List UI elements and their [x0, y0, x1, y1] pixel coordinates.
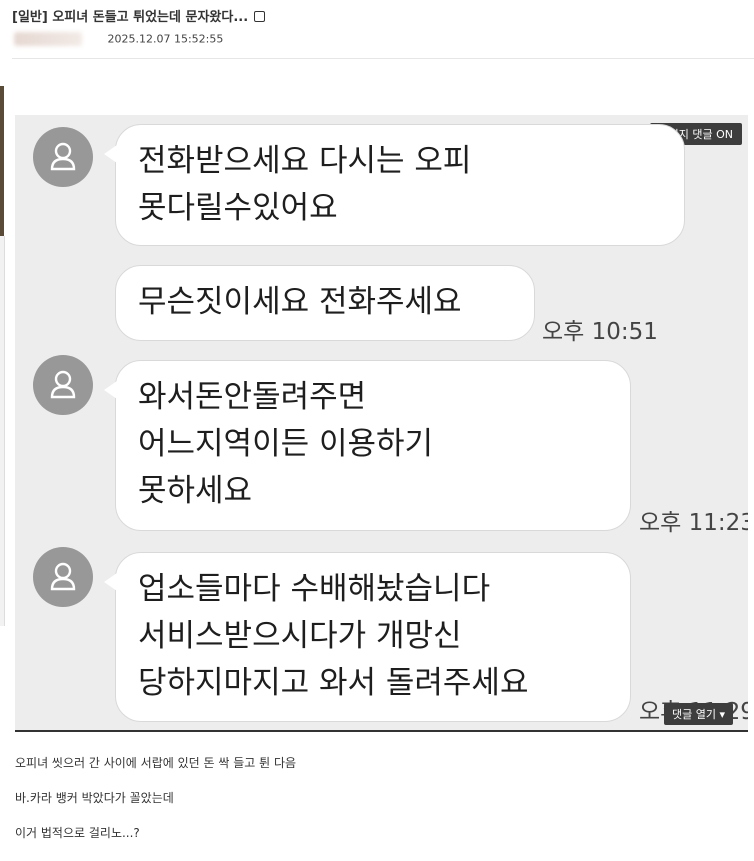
bookmark-icon[interactable]: [254, 11, 266, 22]
image-bottom-border: [15, 730, 748, 732]
body-line: 오피녀 씻으러 간 사이에 서랍에 있던 돈 싹 들고 튄 다음: [15, 756, 297, 770]
chat-message: 업소들마다 수배해놨습니다 서비스받으시다가 개망신 당하지마지고 와서 돌려주…: [104, 552, 631, 722]
chat-message: 무슨짓이세요 전화주세요: [115, 265, 535, 341]
sender-avatar-icon: [33, 547, 93, 607]
chat-message: 와서돈안돌려주면 어느지역이든 이용하기 못하세요: [104, 360, 631, 531]
chat-screenshot-image: 이미지 댓글 ON 전화받으세요 다시는 오피 못다릴수있어요 무슨짓이세요 전…: [15, 115, 748, 730]
side-thumbnail-strip: [0, 86, 4, 236]
body-line: 바.카라 뱅커 박았다가 꼴았는데: [15, 791, 174, 805]
body-line: 이거 법적으로 걸리노...?: [15, 826, 140, 840]
chat-message: 전화받으세요 다시는 오피 못다릴수있어요: [104, 124, 685, 246]
post-header: [일반] 오피녀 돈들고 튀었는데 문자왔다... 2025.12.07 15:…: [12, 6, 742, 46]
post-date: 2025.12.07 15:52:55: [107, 32, 224, 46]
post-body: 오피녀 씻으러 간 사이에 서랍에 있던 돈 싹 들고 튄 다음 바.카라 뱅커…: [15, 756, 735, 861]
post-title: [일반] 오피녀 돈들고 튀었는데 문자왔다...: [12, 6, 742, 25]
side-panel-edge: [0, 236, 5, 626]
message-time: 오후 10:51: [542, 319, 658, 345]
header-divider: [12, 58, 754, 59]
message-time: 오후 11:23: [639, 510, 748, 536]
comment-open-button[interactable]: 댓글 열기 ▾: [664, 703, 733, 725]
sender-avatar-icon: [33, 127, 93, 187]
author-avatar-blurred: [14, 32, 82, 46]
post-meta: 2025.12.07 15:52:55: [14, 32, 314, 46]
post-title-text: [일반] 오피녀 돈들고 튀었는데 문자왔다...: [12, 10, 249, 25]
sender-avatar-icon: [33, 355, 93, 415]
